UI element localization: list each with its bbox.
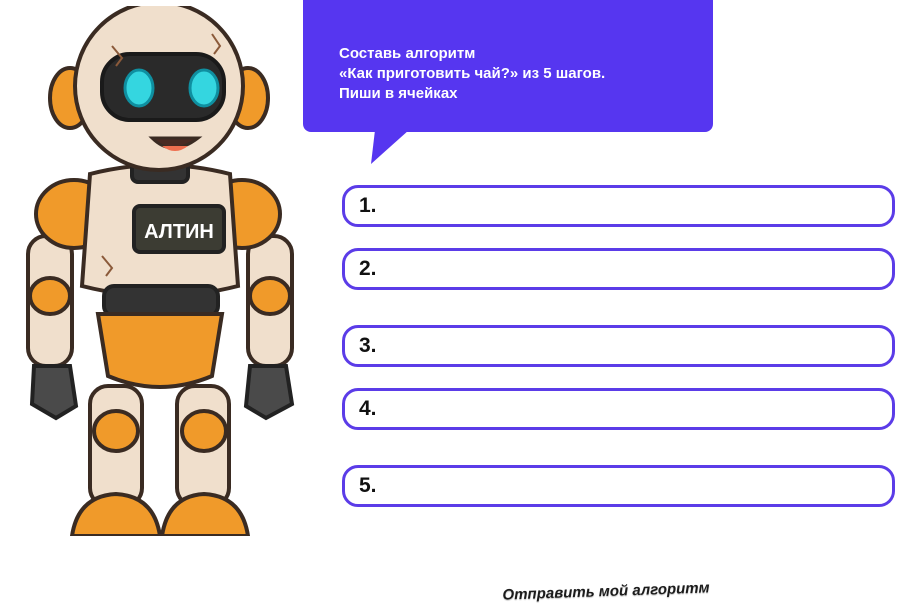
robot-badge-label: АЛТИН [144, 221, 214, 243]
instruction-line: «Как приготовить чай?» из 5 шагов. [339, 65, 606, 82]
step-input-5[interactable] [387, 467, 878, 505]
step-input-2[interactable] [387, 250, 878, 288]
robot-illustration: АЛТИН [26, 6, 295, 536]
instruction-bubble: Составь алгоритм «Как приготовить чай?» … [303, 0, 713, 132]
step-input-4[interactable] [387, 390, 878, 428]
step-number: 5. [359, 474, 377, 497]
step-number: 1. [359, 194, 377, 217]
step-field-5[interactable]: 5. [342, 465, 895, 507]
submit-algorithm-button[interactable]: Отправить мой алгоритм [472, 571, 741, 610]
step-field-3[interactable]: 3. [342, 325, 895, 367]
step-number: 3. [359, 334, 377, 357]
step-field-4[interactable]: 4. [342, 388, 895, 430]
instruction-line: Составь алгоритм [339, 45, 476, 62]
step-field-2[interactable]: 2. [342, 248, 895, 290]
step-number: 4. [359, 397, 377, 420]
instruction-line: Пиши в ячейках [339, 85, 458, 102]
step-input-1[interactable] [387, 187, 878, 225]
step-field-1[interactable]: 1. [342, 185, 895, 227]
step-number: 2. [359, 257, 377, 280]
bubble-tail [371, 130, 409, 164]
instruction-text: Составь алгоритм «Как приготовить чай?» … [339, 44, 605, 104]
step-input-3[interactable] [387, 327, 878, 365]
